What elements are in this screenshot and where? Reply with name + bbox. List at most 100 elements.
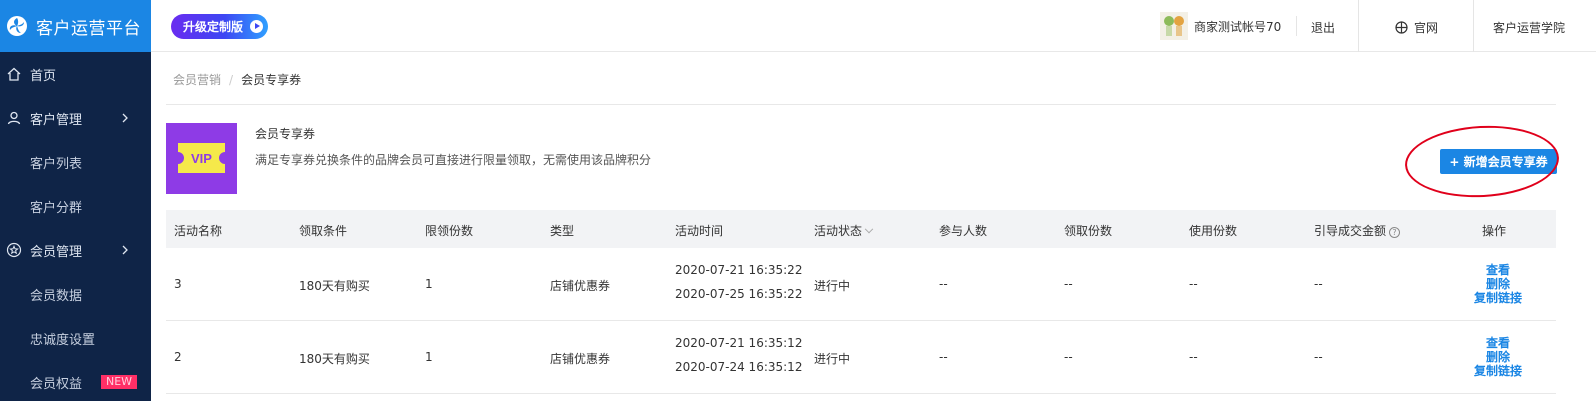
column-header-label: 活动状态 [814,224,863,238]
sidebar-item-customer-list[interactable]: 客户列表 [0,140,151,184]
official-site-link[interactable]: 官网 [1395,19,1438,36]
new-badge: NEW [101,375,138,389]
cell-start-time: 2020-07-21 16:35:12 [675,336,803,350]
vip-coupon-icon: VIP [166,123,237,194]
cell-amount: -- [1314,350,1323,364]
sidebar-item-home[interactable]: 首页 [0,52,151,96]
table-row: 2 180天有购买 1 店铺优惠券 2020-07-21 16:35:12 20… [166,321,1556,394]
divider [1296,16,1297,36]
sidebar-item-label: 首页 [30,68,57,84]
cell-start-time: 2020-07-21 16:35:22 [675,263,803,277]
sidebar-item-label: 客户分群 [30,200,83,216]
column-header-status[interactable]: 活动状态 [814,222,874,239]
divider [166,104,1556,105]
breadcrumb: 会员营销 / 会员专享券 [173,71,301,88]
star-circle-icon [6,242,22,258]
brand-logo-icon [6,15,28,37]
page-description: 满足专享券兑换条件的品牌会员可直接进行限量领取，无需使用该品牌积分 [255,153,652,167]
delete-link[interactable]: 删除 [1468,277,1528,291]
cell-status: 进行中 [814,352,851,366]
column-header: 使用份数 [1189,224,1238,238]
chevron-right-icon [119,112,131,124]
column-header: 参与人数 [939,224,988,238]
divider [1358,0,1359,52]
chevron-right-icon [119,244,131,256]
cell-type: 店铺优惠券 [550,352,611,366]
column-header-amount: 引导成交金额? [1314,222,1401,239]
cell-name: 3 [174,277,182,291]
upgrade-label: 升级定制版 [183,20,244,34]
help-icon[interactable]: ? [1389,227,1401,238]
topbar: 升级定制版 商家测试帐号70 退出 官网 客户运营学院 [151,0,1596,52]
brand-name: 客户运营平台 [36,18,141,39]
cell-participants: -- [939,277,948,291]
sidebar-item-member-benefits[interactable]: 会员权益 NEW [0,360,151,401]
play-icon [250,20,263,33]
sidebar-item-label: 会员管理 [30,244,83,260]
cell-status: 进行中 [814,279,851,293]
academy-link[interactable]: 客户运营学院 [1493,19,1565,36]
breadcrumb-parent[interactable]: 会员营销 [173,73,221,87]
column-header: 限领份数 [425,224,474,238]
column-header: 领取份数 [1064,224,1113,238]
column-header: 活动时间 [675,224,724,238]
breadcrumb-current: 会员专享券 [241,73,302,87]
view-link[interactable]: 查看 [1468,336,1528,350]
breadcrumb-separator: / [229,73,234,87]
app-root: 客户运营平台 首页 客户管理 客户列表 客户分群 会员管理 会员数据 忠诚度设置… [0,0,1596,401]
view-link[interactable]: 查看 [1468,263,1528,277]
cell-used: -- [1189,350,1198,364]
cell-type: 店铺优惠券 [550,279,611,293]
row-actions: 查看 删除 复制链接 [1468,263,1528,305]
cell-condition: 180天有购买 [299,352,370,366]
home-icon [6,66,22,82]
main-content: 会员营销 / 会员专享券 VIP 会员专享券 满足专享券兑换条件的品牌会员可直接进行… [151,52,1596,401]
sidebar-item-label: 忠诚度设置 [30,332,96,348]
page-title: 会员专享券 [255,127,316,141]
cell-limit: 1 [425,350,433,364]
add-member-coupon-button[interactable]: + 新增会员专享券 [1440,149,1557,174]
sidebar-item-customer-groups[interactable]: 客户分群 [0,184,151,228]
sidebar-item-label: 客户列表 [30,156,83,172]
cell-participants: -- [939,350,948,364]
delete-link[interactable]: 删除 [1468,350,1528,364]
cell-received: -- [1064,350,1073,364]
column-header: 活动名称 [174,224,223,238]
table-header: 活动名称 领取条件 限领份数 类型 活动时间 活动状态 参与人数 领取份数 使用… [166,210,1556,248]
cell-condition: 180天有购买 [299,279,370,293]
column-header: 操作 [1482,224,1507,238]
account-name: 商家测试帐号70 [1194,19,1282,34]
logout-link[interactable]: 退出 [1311,19,1335,36]
copy-link-link[interactable]: 复制链接 [1468,291,1528,305]
cell-end-time: 2020-07-25 16:35:22 [675,287,803,301]
sidebar-item-label: 会员权益 [30,376,83,392]
pinwheel-icon [1395,21,1408,34]
account-menu[interactable]: 商家测试帐号70 [1160,0,1281,52]
brand[interactable]: 客户运营平台 [0,0,151,52]
sidebar: 客户运营平台 首页 客户管理 客户列表 客户分群 会员管理 会员数据 忠诚度设置… [0,0,151,401]
sidebar-item-label: 会员数据 [30,288,83,304]
vip-label: VIP [191,151,212,166]
cell-used: -- [1189,277,1198,291]
column-header-label: 引导成交金额 [1314,224,1387,238]
cell-end-time: 2020-07-24 16:35:12 [675,360,803,374]
cell-received: -- [1064,277,1073,291]
avatar [1160,12,1188,40]
cell-limit: 1 [425,277,433,291]
sidebar-item-label: 客户管理 [30,112,83,128]
upgrade-button[interactable]: 升级定制版 [171,14,268,39]
official-site-label: 官网 [1414,21,1439,35]
sidebar-item-member-management[interactable]: 会员管理 [0,228,151,272]
table-row: 3 180天有购买 1 店铺优惠券 2020-07-21 16:35:22 20… [166,248,1556,321]
cell-amount: -- [1314,277,1323,291]
user-icon [6,110,22,126]
row-actions: 查看 删除 复制链接 [1468,336,1528,378]
divider [1473,0,1474,52]
coupon-table: 活动名称 领取条件 限领份数 类型 活动时间 活动状态 参与人数 领取份数 使用… [166,210,1556,394]
sidebar-item-customer-management[interactable]: 客户管理 [0,96,151,140]
column-header: 类型 [550,224,575,238]
sidebar-item-loyalty-settings[interactable]: 忠诚度设置 [0,316,151,360]
cell-name: 2 [174,350,182,364]
copy-link-link[interactable]: 复制链接 [1468,364,1528,378]
sidebar-item-member-data[interactable]: 会员数据 [0,272,151,316]
